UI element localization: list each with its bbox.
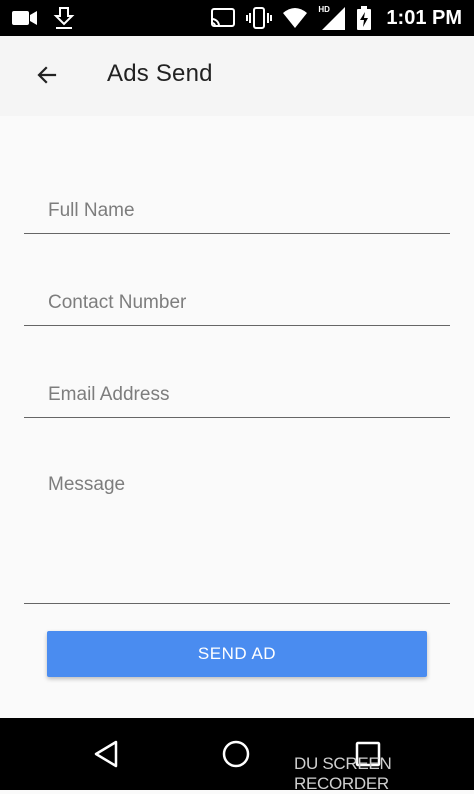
app-bar: Ads Send [0,36,474,116]
battery-charging-icon [356,6,372,30]
back-button[interactable] [26,56,68,98]
cast-icon [210,7,236,29]
full-name-input[interactable] [24,196,450,226]
navigation-bar: DU SCREEN RECORDER [0,718,474,793]
message-field-container [24,472,450,604]
email-address-input[interactable] [24,380,450,410]
contact-number-field-container [24,288,450,326]
page-title: Ads Send [107,60,213,87]
message-textarea[interactable] [24,472,450,592]
nav-home-button[interactable] [216,736,256,776]
send-ad-button[interactable]: SEND AD [47,631,427,677]
screen-recorder-watermark: DU SCREEN RECORDER [294,754,392,793]
email-address-field-container [24,380,450,418]
status-bar: HD 1:01 PM [0,0,474,36]
nav-back-button[interactable] [86,736,126,776]
video-camera-icon [12,9,38,27]
arrow-back-icon [35,63,59,92]
ad-form: SEND AD [0,116,474,718]
download-icon [52,6,76,30]
full-name-field-container [24,196,450,234]
vibrate-icon [246,6,273,30]
signal-icon: HD [318,5,346,31]
wifi-icon [282,7,308,29]
status-time: 1:01 PM [386,6,462,29]
contact-number-input[interactable] [24,288,450,318]
nav-back-icon [92,739,120,774]
nav-home-icon [221,739,251,774]
